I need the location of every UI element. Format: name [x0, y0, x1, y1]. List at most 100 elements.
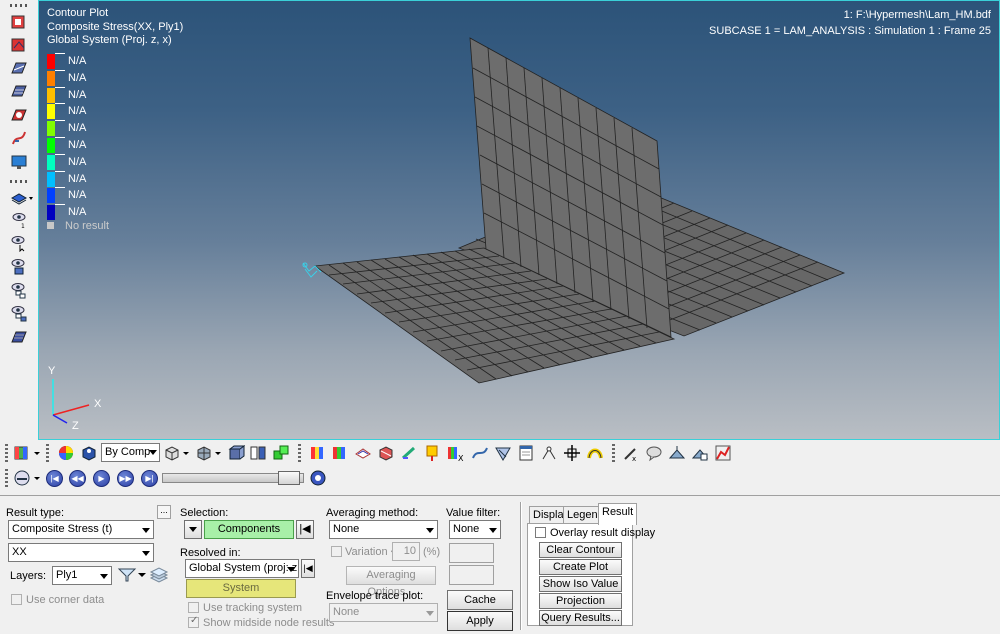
selection-mode-button[interactable]	[184, 520, 202, 539]
tab-result[interactable]: Result	[598, 503, 638, 525]
move-icon[interactable]	[563, 444, 581, 462]
filter-min-input[interactable]	[449, 543, 494, 563]
chevron-down-icon	[489, 528, 497, 533]
show-adjacent-icon[interactable]	[10, 257, 28, 275]
section-cut-icon[interactable]	[494, 444, 512, 462]
animation-mode-icon[interactable]	[13, 469, 31, 487]
annotation-icon[interactable]: x	[622, 444, 640, 462]
vector-icon[interactable]	[377, 444, 395, 462]
notes-icon[interactable]	[517, 444, 535, 462]
split-icon[interactable]	[249, 444, 267, 462]
averaging-method-label: Averaging method:	[326, 507, 419, 519]
resolved-in-value: Global System (proj: z, x)	[189, 562, 298, 574]
resolved-reset-button[interactable]: |◀	[301, 559, 315, 578]
toolbar-grip[interactable]	[5, 469, 8, 487]
iso-plot-icon[interactable]	[10, 106, 28, 124]
resolved-in-select[interactable]: Global System (proj: z, x)	[185, 559, 299, 578]
reset-selection-button[interactable]: |◀	[296, 520, 314, 539]
result-type-label: Result type:	[6, 507, 65, 519]
overlay-result-checkbox[interactable]	[535, 527, 546, 538]
show-iso-value-button[interactable]: Show Iso Value	[539, 576, 622, 592]
chevron-down-icon	[100, 574, 108, 579]
green-blocks-icon[interactable]	[272, 444, 290, 462]
first-frame-button[interactable]: |◀	[46, 470, 63, 487]
streamline-icon[interactable]	[471, 444, 489, 462]
streamline-icon[interactable]	[10, 129, 28, 147]
toolbar-grip[interactable]	[10, 180, 28, 183]
chevron-down-icon[interactable]	[138, 570, 146, 580]
layers-select[interactable]: Ply1	[52, 566, 112, 585]
contour-icon[interactable]	[308, 444, 326, 462]
legend-color-swatch	[47, 188, 55, 204]
variation-label: Variation <	[345, 546, 398, 558]
chevron-down-icon[interactable]	[181, 444, 191, 462]
envelope-trace-select[interactable]: None	[329, 603, 438, 622]
toolbar-grip[interactable]	[10, 4, 28, 7]
chevron-down-icon[interactable]	[32, 469, 42, 487]
show-all-icon[interactable]: 1	[10, 211, 28, 229]
slider-handle[interactable]	[278, 471, 300, 485]
filter-max-input[interactable]	[449, 565, 494, 585]
display-mode-select[interactable]: By Comp	[101, 443, 160, 462]
result-type-more-button[interactable]: ...	[157, 505, 171, 519]
deformed-shape-icon[interactable]	[354, 444, 372, 462]
mesh-lines-icon[interactable]	[195, 444, 213, 462]
vector-plot-icon[interactable]	[10, 59, 28, 77]
show-attached-icon[interactable]	[10, 281, 28, 299]
color-wheel-icon[interactable]	[57, 444, 75, 462]
tensor-icon[interactable]	[400, 444, 418, 462]
animation-settings-icon[interactable]	[309, 469, 327, 487]
chevron-down-icon[interactable]	[213, 444, 223, 462]
projection-rule-button[interactable]: Projection Rule...	[539, 593, 622, 621]
probe-icon[interactable]	[668, 444, 686, 462]
build-plots-icon[interactable]	[691, 444, 709, 462]
show-midside-checkbox[interactable]	[188, 615, 199, 628]
contour-panel: Result type: ... Composite Stress (t) XX…	[0, 495, 1000, 634]
measure-icon[interactable]	[540, 444, 558, 462]
deformed-icon[interactable]	[10, 36, 28, 54]
components-button[interactable]: Components	[204, 520, 294, 539]
query-results-button[interactable]: Query Results...	[539, 610, 622, 626]
create-plot-style-button[interactable]: Create Plot Style...	[539, 559, 622, 587]
results-graph-icon[interactable]	[714, 444, 732, 462]
graphics-viewport[interactable]: Contour Plot Composite Stress(XX, Ply1) …	[38, 0, 1000, 440]
variation-checkbox[interactable]	[331, 546, 342, 557]
filter-icon[interactable]	[117, 567, 137, 583]
monitor-icon[interactable]	[10, 153, 28, 171]
next-frame-button[interactable]: ▶▶	[117, 470, 134, 487]
last-frame-button[interactable]: ▶|	[141, 470, 158, 487]
clear-contour-button[interactable]: Clear Contour	[539, 542, 622, 558]
tensor-plot-icon[interactable]	[10, 82, 28, 100]
layers-icon[interactable]	[10, 189, 34, 207]
show-connected-icon[interactable]	[10, 304, 28, 322]
legend-bar-icon[interactable]	[331, 444, 349, 462]
contour-icon[interactable]	[10, 13, 28, 31]
averaging-method-select[interactable]: None	[329, 520, 438, 539]
show-selected-icon[interactable]	[10, 234, 28, 252]
component-select[interactable]: XX	[8, 543, 154, 562]
chevron-down-icon[interactable]	[32, 444, 42, 462]
layer-stack-icon[interactable]	[149, 566, 169, 584]
play-button[interactable]: ▶	[93, 470, 110, 487]
result-type-select[interactable]: Composite Stress (t)	[8, 520, 154, 539]
component-color-icon[interactable]	[80, 444, 98, 462]
value-filter-select[interactable]: None	[449, 520, 501, 539]
averaging-options-button[interactable]: Averaging Options...	[346, 566, 436, 598]
contour-plot-icon[interactable]	[13, 444, 31, 462]
use-corner-data-checkbox[interactable]	[11, 594, 22, 605]
box-icon[interactable]	[227, 444, 245, 462]
wireframe-shaded-icon[interactable]	[163, 444, 181, 462]
cache-button[interactable]: Cache	[447, 590, 513, 610]
previous-frame-button[interactable]: ◀◀	[69, 470, 86, 487]
legend-value-label: N/A	[68, 189, 87, 202]
toolbar-grip[interactable]	[5, 444, 8, 462]
comment-icon[interactable]	[645, 444, 663, 462]
system-button[interactable]: System	[186, 579, 296, 598]
iso-contour-icon[interactable]: X	[446, 444, 468, 462]
mask-icon[interactable]	[10, 328, 28, 346]
apply-button[interactable]: Apply	[447, 611, 513, 631]
variation-input[interactable]: 10	[392, 542, 420, 561]
use-tracking-system-checkbox[interactable]	[188, 602, 199, 613]
curve-icon[interactable]	[586, 444, 604, 462]
marker-icon[interactable]	[423, 444, 441, 462]
